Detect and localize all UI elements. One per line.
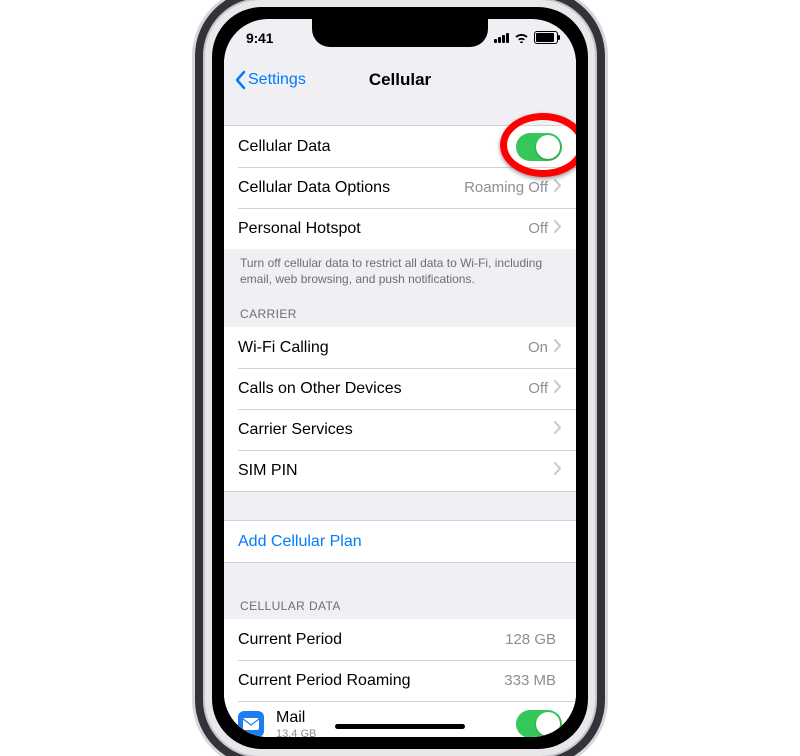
calls-other-devices-label: Calls on Other Devices (238, 380, 528, 398)
cellular-data-label: Cellular Data (238, 138, 516, 156)
screen: 9:41 Settings Cellular (224, 19, 576, 737)
cellular-data-usage-header: CELLULAR DATA (224, 599, 576, 619)
carrier-services-row[interactable]: Carrier Services (224, 409, 576, 450)
cellular-data-toggle[interactable] (516, 133, 562, 161)
personal-hotspot-row[interactable]: Personal Hotspot Off (224, 208, 576, 249)
calls-other-devices-row[interactable]: Calls on Other Devices Off (224, 368, 576, 409)
current-period-value: 128 GB (505, 631, 556, 648)
notch (312, 19, 488, 47)
chevron-right-icon (554, 421, 562, 439)
mail-cellular-toggle[interactable] (516, 710, 562, 737)
wifi-icon (514, 32, 529, 43)
sim-pin-label: SIM PIN (238, 462, 554, 480)
cellular-data-options-value: Roaming Off (464, 179, 548, 196)
mail-label: Mail (276, 709, 316, 727)
wifi-calling-label: Wi-Fi Calling (238, 339, 528, 357)
chevron-right-icon (554, 179, 562, 197)
cellular-data-row[interactable]: Cellular Data (224, 125, 576, 167)
current-period-roaming-value: 333 MB (504, 672, 556, 689)
cellular-data-options-row[interactable]: Cellular Data Options Roaming Off (224, 167, 576, 208)
phone-frame: 9:41 Settings Cellular (205, 0, 595, 756)
mail-usage-value: 13.4 GB (276, 728, 316, 737)
add-cellular-plan-row[interactable]: Add Cellular Plan (224, 520, 576, 563)
signal-icon (494, 33, 509, 43)
mail-app-icon (238, 711, 264, 737)
personal-hotspot-value: Off (528, 220, 548, 237)
chevron-right-icon (554, 380, 562, 398)
current-period-roaming-label: Current Period Roaming (238, 672, 504, 690)
status-time: 9:41 (246, 30, 273, 46)
wifi-calling-row[interactable]: Wi-Fi Calling On (224, 327, 576, 368)
carrier-header: CARRIER (224, 307, 576, 327)
status-icons (494, 31, 558, 44)
wifi-calling-value: On (528, 339, 548, 356)
battery-icon (534, 31, 558, 44)
mail-usage-row[interactable]: Mail 13.4 GB (224, 701, 576, 737)
cellular-data-footer: Turn off cellular data to restrict all d… (224, 249, 576, 287)
home-indicator[interactable] (335, 724, 465, 729)
current-period-row: Current Period 128 GB (224, 619, 576, 660)
chevron-right-icon (554, 462, 562, 480)
calls-other-devices-value: Off (528, 380, 548, 397)
sim-pin-row[interactable]: SIM PIN (224, 450, 576, 492)
cellular-data-options-label: Cellular Data Options (238, 179, 464, 197)
back-label: Settings (248, 71, 306, 89)
current-period-roaming-row: Current Period Roaming 333 MB (224, 660, 576, 701)
personal-hotspot-label: Personal Hotspot (238, 220, 528, 238)
settings-list[interactable]: Cellular Data Cellular Data Options Roam… (224, 101, 576, 737)
nav-bar: Settings Cellular (224, 59, 576, 101)
chevron-left-icon (234, 70, 246, 90)
chevron-right-icon (554, 220, 562, 238)
carrier-services-label: Carrier Services (238, 421, 554, 439)
back-button[interactable]: Settings (234, 70, 306, 90)
current-period-label: Current Period (238, 631, 505, 649)
add-cellular-plan-label: Add Cellular Plan (238, 533, 562, 551)
chevron-right-icon (554, 339, 562, 357)
